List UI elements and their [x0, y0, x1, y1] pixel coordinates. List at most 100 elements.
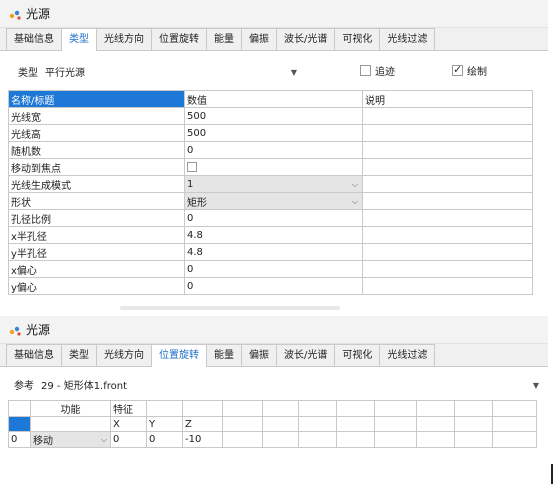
- type-select[interactable]: 平行光源 ▼: [42, 63, 300, 80]
- table-row[interactable]: 光线生成模式 1 ⌵: [8, 175, 533, 193]
- column-header[interactable]: [222, 416, 263, 432]
- tab-2[interactable]: 光线方向: [96, 28, 152, 50]
- column-header[interactable]: 数值: [184, 90, 363, 108]
- column-header[interactable]: [454, 416, 493, 432]
- table-row[interactable]: 随机数 0: [8, 141, 533, 159]
- trace-toggle[interactable]: 追迹: [360, 63, 395, 78]
- tab-2[interactable]: 光线方向: [96, 344, 152, 366]
- property-note[interactable]: [362, 141, 533, 159]
- column-header[interactable]: [416, 400, 455, 417]
- column-header[interactable]: [262, 416, 299, 432]
- property-value[interactable]: 4.8: [184, 243, 363, 261]
- column-header[interactable]: [8, 400, 31, 417]
- tab-3[interactable]: 位置旋转: [151, 344, 207, 367]
- draw-toggle[interactable]: 绘制: [452, 63, 487, 78]
- tab-4[interactable]: 能量: [206, 344, 242, 366]
- chevron-down-icon[interactable]: ▼: [291, 64, 297, 81]
- column-header[interactable]: [298, 416, 337, 432]
- tab-0[interactable]: 基础信息: [6, 28, 62, 50]
- property-value[interactable]: 500: [184, 124, 363, 142]
- empty-cell[interactable]: [298, 431, 337, 448]
- tab-0[interactable]: 基础信息: [6, 344, 62, 366]
- chevron-down-icon[interactable]: ⌵: [101, 433, 107, 447]
- column-header[interactable]: [298, 400, 337, 417]
- property-note[interactable]: [362, 277, 533, 295]
- property-note[interactable]: [362, 158, 533, 176]
- tab-7[interactable]: 可视化: [334, 28, 381, 50]
- cell-z[interactable]: -10: [182, 431, 223, 448]
- move-to-focus-checkbox[interactable]: [187, 161, 197, 172]
- property-combo[interactable]: 矩形 ⌵: [184, 192, 363, 210]
- column-header[interactable]: [374, 400, 417, 417]
- property-checkbox-cell[interactable]: [184, 158, 363, 176]
- property-note[interactable]: [362, 107, 533, 125]
- column-header[interactable]: 功能: [30, 400, 111, 417]
- empty-cell[interactable]: [222, 431, 263, 448]
- tab-3[interactable]: 位置旋转: [151, 28, 207, 50]
- table-row[interactable]: 光线宽 500: [8, 107, 533, 125]
- empty-cell[interactable]: [492, 431, 537, 448]
- cell-x[interactable]: 0: [110, 431, 147, 448]
- table-row[interactable]: 形状 矩形 ⌵: [8, 192, 533, 210]
- column-header[interactable]: [454, 400, 493, 417]
- function-combo[interactable]: 移动 ⌵: [30, 431, 111, 448]
- table-row[interactable]: x半孔径 4.8: [8, 226, 533, 244]
- property-note[interactable]: [362, 192, 533, 210]
- column-header[interactable]: [374, 416, 417, 432]
- tab-5[interactable]: 偏振: [241, 28, 277, 50]
- property-note[interactable]: [362, 226, 533, 244]
- column-header[interactable]: [8, 416, 31, 432]
- chevron-down-icon[interactable]: ▼: [533, 377, 539, 394]
- cell-index[interactable]: 0: [8, 431, 31, 448]
- property-value[interactable]: 0: [184, 209, 363, 227]
- property-combo[interactable]: 1 ⌵: [184, 175, 363, 193]
- tab-1[interactable]: 类型: [61, 344, 97, 366]
- property-value[interactable]: 0: [184, 141, 363, 159]
- tab-8[interactable]: 光线过滤: [379, 28, 436, 50]
- column-header[interactable]: [336, 400, 375, 417]
- column-header[interactable]: 名称/标题: [8, 90, 185, 108]
- table-row[interactable]: 移动到焦点: [8, 158, 533, 176]
- empty-cell[interactable]: [336, 431, 375, 448]
- chevron-down-icon[interactable]: ⌵: [352, 177, 358, 192]
- tab-4[interactable]: 能量: [206, 28, 242, 50]
- property-note[interactable]: [362, 243, 533, 261]
- column-header[interactable]: [416, 416, 455, 432]
- draw-checkbox[interactable]: [452, 63, 463, 76]
- column-header[interactable]: [336, 416, 375, 432]
- cell-y[interactable]: 0: [146, 431, 183, 448]
- property-note[interactable]: [362, 124, 533, 142]
- property-note[interactable]: [362, 209, 533, 227]
- panel-splitter[interactable]: [120, 306, 340, 310]
- empty-cell[interactable]: [262, 431, 299, 448]
- chevron-down-icon[interactable]: ⌵: [352, 194, 358, 209]
- column-header[interactable]: [262, 400, 299, 417]
- table-row[interactable]: y半孔径 4.8: [8, 243, 533, 261]
- column-header[interactable]: 特征: [110, 400, 147, 417]
- column-header[interactable]: [146, 400, 183, 417]
- property-value[interactable]: 4.8: [184, 226, 363, 244]
- column-header[interactable]: 说明: [362, 90, 533, 108]
- property-value[interactable]: 0: [184, 277, 363, 295]
- property-note[interactable]: [362, 175, 533, 193]
- empty-cell[interactable]: [454, 431, 493, 448]
- tab-8[interactable]: 光线过滤: [379, 344, 436, 366]
- column-header[interactable]: [492, 400, 537, 417]
- column-header[interactable]: Z: [182, 416, 223, 432]
- tab-5[interactable]: 偏振: [241, 344, 277, 366]
- tab-6[interactable]: 波长/光谱: [276, 344, 336, 366]
- table-row[interactable]: 孔径比例 0: [8, 209, 533, 227]
- table-row[interactable]: x偏心 0: [8, 260, 533, 278]
- table-row[interactable]: y偏心 0: [8, 277, 533, 295]
- property-value[interactable]: 500: [184, 107, 363, 125]
- empty-cell[interactable]: [374, 431, 417, 448]
- reference-select[interactable]: 29 - 矩形体1.front ▼: [38, 376, 542, 393]
- column-header[interactable]: [492, 416, 537, 432]
- trace-checkbox[interactable]: [360, 65, 371, 76]
- column-header[interactable]: [222, 400, 263, 417]
- tab-6[interactable]: 波长/光谱: [276, 28, 336, 50]
- property-note[interactable]: [362, 260, 533, 278]
- column-header[interactable]: [182, 400, 223, 417]
- table-row[interactable]: 光线高 500: [8, 124, 533, 142]
- column-header[interactable]: Y: [146, 416, 183, 432]
